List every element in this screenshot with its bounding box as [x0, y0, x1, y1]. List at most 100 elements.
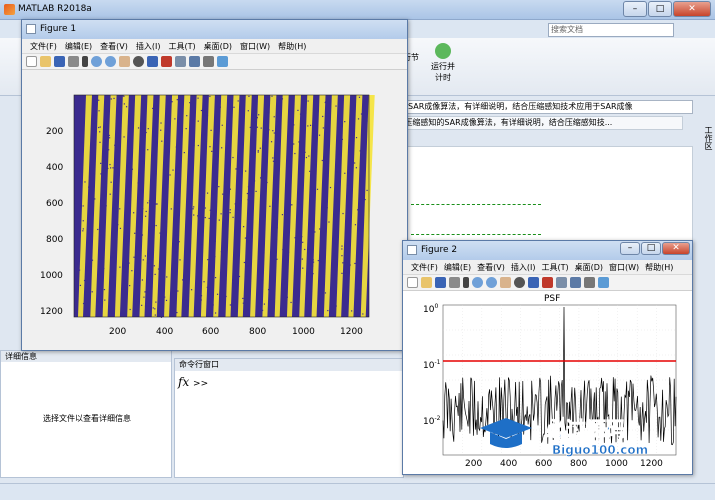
close-button[interactable]: ✕: [673, 1, 711, 17]
maximize-button[interactable]: □: [641, 242, 661, 255]
noise-speckle: [246, 241, 249, 243]
close-button[interactable]: ✕: [662, 242, 690, 255]
menu-window[interactable]: 窗口(W): [240, 41, 270, 52]
hide-plot-tools-icon[interactable]: [203, 56, 214, 67]
new-figure-icon[interactable]: [26, 56, 37, 67]
menu-view[interactable]: 查看(V): [477, 262, 505, 273]
zoom-out-icon[interactable]: [105, 56, 116, 67]
print-icon[interactable]: [68, 56, 79, 67]
hide-plot-tools-icon[interactable]: [584, 277, 595, 288]
brush-icon[interactable]: [542, 277, 553, 288]
noise-speckle: [155, 224, 157, 227]
minimize-button[interactable]: –: [620, 242, 640, 255]
command-window[interactable]: 命令行窗口 fx >>: [174, 358, 404, 478]
noise-speckle: [204, 207, 206, 209]
open-file-icon[interactable]: [40, 56, 51, 67]
data-cursor-icon[interactable]: [147, 56, 158, 67]
select-arrow-icon[interactable]: [82, 56, 88, 67]
noise-speckle: [318, 134, 321, 136]
save-icon[interactable]: [54, 56, 65, 67]
prompt-symbol: >>: [193, 379, 209, 389]
pan-hand-icon[interactable]: [119, 56, 130, 67]
noise-speckle: [290, 204, 292, 206]
noise-speckle: [315, 149, 318, 151]
noise-speckle: [297, 109, 299, 112]
command-prompt[interactable]: fx >>: [178, 375, 208, 389]
show-plot-tools-icon[interactable]: [217, 56, 228, 67]
show-plot-tools-icon[interactable]: [598, 277, 609, 288]
colorbar-icon[interactable]: [570, 277, 581, 288]
comment-divider: [411, 234, 541, 235]
noise-speckle: [281, 98, 284, 100]
y-tick-label: 10-2: [423, 415, 440, 427]
menu-tools[interactable]: 工具(T): [541, 262, 568, 273]
menu-desktop[interactable]: 桌面(D): [204, 41, 232, 52]
noise-speckle: [168, 130, 170, 132]
colorbar-icon[interactable]: [189, 56, 200, 67]
noise-speckle: [354, 262, 356, 265]
noise-speckle: [125, 106, 128, 108]
brush-icon[interactable]: [161, 56, 172, 67]
menu-insert[interactable]: 插入(I): [511, 262, 536, 273]
noise-speckle: [249, 252, 251, 254]
link-plot-icon[interactable]: [556, 277, 567, 288]
menu-desktop[interactable]: 桌面(D): [575, 262, 603, 273]
watermark-url: Biguo100.com: [552, 443, 648, 457]
current-folder-address-bar[interactable]: SAR成像算法，有详细说明，结合压缩感知技术应用于SAR成像: [405, 100, 693, 114]
run-and-time-button[interactable]: 运行并 计时: [428, 43, 458, 83]
noise-speckle: [142, 208, 144, 210]
noise-speckle: [101, 225, 104, 228]
fx-icon[interactable]: fx: [178, 375, 189, 389]
print-icon[interactable]: [449, 277, 460, 288]
workspace-side-tab[interactable]: 工作区: [694, 118, 714, 158]
noise-speckle: [341, 255, 343, 257]
noise-speckle: [216, 97, 218, 99]
menu-edit[interactable]: 编辑(E): [444, 262, 471, 273]
noise-speckle: [233, 106, 235, 108]
y-tick-label: 100: [423, 303, 438, 315]
noise-speckle: [341, 245, 343, 247]
menu-edit[interactable]: 编辑(E): [65, 41, 92, 52]
noise-speckle: [361, 134, 363, 136]
menu-help[interactable]: 帮助(H): [278, 41, 306, 52]
noise-speckle: [234, 314, 236, 316]
status-bar: [0, 483, 715, 500]
menu-view[interactable]: 查看(V): [100, 41, 128, 52]
noise-speckle: [310, 186, 312, 188]
search-docs-input[interactable]: 搜索文档: [548, 23, 674, 37]
noise-speckle: [269, 205, 271, 207]
noise-speckle: [366, 189, 368, 192]
select-arrow-icon[interactable]: [463, 277, 469, 288]
minimize-button[interactable]: –: [623, 1, 647, 17]
save-icon[interactable]: [435, 277, 446, 288]
zoom-in-icon[interactable]: [91, 56, 102, 67]
maximize-button[interactable]: □: [648, 1, 672, 17]
rotate-3d-icon[interactable]: [514, 277, 525, 288]
menu-file[interactable]: 文件(F): [30, 41, 57, 52]
zoom-out-icon[interactable]: [486, 277, 497, 288]
figure1-window[interactable]: Figure 1 文件(F) 编辑(E) 查看(V) 插入(I) 工具(T) 桌…: [21, 19, 408, 351]
noise-speckle: [79, 135, 81, 137]
rotate-3d-icon[interactable]: [133, 56, 144, 67]
zoom-in-icon[interactable]: [472, 277, 483, 288]
menu-insert[interactable]: 插入(I): [136, 41, 161, 52]
link-plot-icon[interactable]: [175, 56, 186, 67]
noise-speckle: [79, 163, 81, 165]
noise-speckle: [324, 292, 327, 294]
menu-tools[interactable]: 工具(T): [168, 41, 195, 52]
y-tick-base: 10: [423, 417, 435, 427]
noise-speckle: [316, 188, 319, 190]
noise-speckle: [105, 130, 107, 132]
noise-speckle: [261, 240, 264, 242]
noise-speckle: [294, 287, 296, 290]
data-cursor-icon[interactable]: [528, 277, 539, 288]
menu-window[interactable]: 窗口(W): [609, 262, 639, 273]
open-file-icon[interactable]: [421, 277, 432, 288]
noise-speckle: [204, 134, 206, 136]
menu-file[interactable]: 文件(F): [411, 262, 438, 273]
noise-speckle: [100, 162, 102, 164]
new-figure-icon[interactable]: [407, 277, 418, 288]
pan-hand-icon[interactable]: [500, 277, 511, 288]
noise-speckle: [79, 284, 82, 287]
menu-help[interactable]: 帮助(H): [645, 262, 673, 273]
